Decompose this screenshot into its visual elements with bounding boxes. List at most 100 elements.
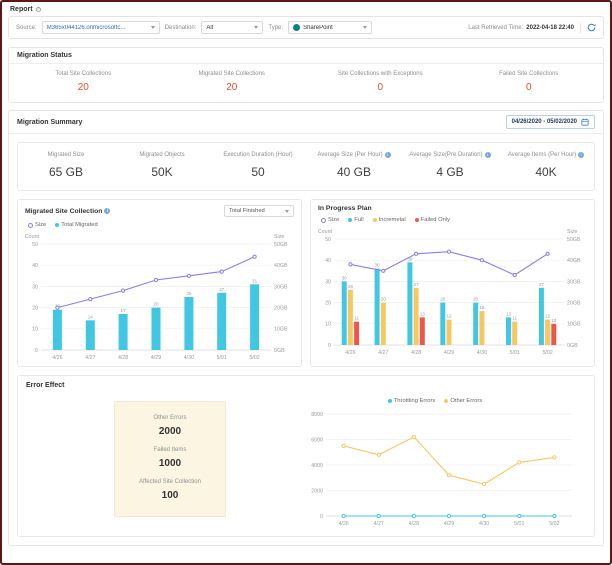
svg-text:27: 27 [414,282,420,287]
svg-text:4/29: 4/29 [444,350,454,356]
legend-item[interactable]: Incremetal [372,217,406,223]
svg-text:30GB: 30GB [567,279,581,285]
error-effect-body: Other Errors 2000 Failed Items 1000 Affected… [18,393,594,528]
migrated-chart-legend: Size Total Migrated [18,219,301,230]
svg-text:11: 11 [512,316,517,321]
error-stat-value: 2000 [158,426,182,437]
svg-text:26: 26 [348,284,354,289]
source-select[interactable]: M365x044126.onmicrosoftc... [41,21,160,34]
svg-text:20: 20 [32,306,38,312]
svg-text:20: 20 [381,297,387,302]
last-retrieved-value: 2022-04-18 22:40 [526,24,574,31]
error-chart-legend: Throttling Errors Other Errors [298,395,582,406]
status-stat-value: 20 [77,82,89,93]
dot-icon [387,399,392,403]
legend-item[interactable]: Full [348,217,364,223]
svg-text:30: 30 [342,275,348,280]
legend-item[interactable]: Size [321,217,339,223]
type-select[interactable]: SharePoint [288,21,373,34]
legend-label: Total Migrated [61,222,98,228]
svg-text:4000: 4000 [311,463,323,469]
summary-metric-label: Migrated Objects [139,152,185,158]
migration-status-panel: Migration Status Total Site Collections 2… [8,47,604,103]
info-icon[interactable] [104,208,111,214]
svg-text:5/02: 5/02 [542,350,552,356]
error-effect-chart: 0 2000 4000 6000 8000 4/26 4/27 4/28 4/29 4/30 5/0… [298,406,582,528]
divider [580,22,581,33]
svg-text:25: 25 [186,291,192,296]
error-stat-label: Affected Site Collection [139,479,201,485]
svg-text:20: 20 [440,297,446,302]
date-range-value: 04/26/2020 - 05/02/2020 [511,119,577,125]
total-finished-dropdown[interactable]: Total Finished [224,205,294,217]
inprogress-chart-header: In Progress Plan [311,200,594,214]
svg-text:40: 40 [325,258,331,264]
dot-icon [372,218,377,222]
legend-item[interactable]: Failed Only [414,217,450,223]
svg-text:5/01: 5/01 [217,355,227,361]
svg-text:0: 0 [320,514,323,520]
destination-select[interactable]: All [201,21,264,34]
svg-text:50: 50 [325,237,331,243]
svg-text:0: 0 [328,343,331,349]
svg-text:0GB: 0GB [274,348,285,354]
chevron-down-icon [254,26,259,29]
refresh-icon[interactable] [587,23,596,32]
ring-icon [28,222,33,228]
svg-text:5/02: 5/02 [249,355,259,361]
legend-item[interactable]: Total Migrated [55,222,98,228]
svg-text:4/29: 4/29 [151,355,161,361]
summary-metric-value: 50 [251,165,265,179]
svg-text:20: 20 [473,297,479,302]
migration-summary-title: Migration Summary [17,118,83,126]
legend-item[interactable]: Throttling Errors [387,398,435,404]
calendar-icon [581,118,589,126]
status-stat-value: 0 [525,82,532,93]
svg-text:5/01: 5/01 [514,521,524,527]
legend-item[interactable]: Size [28,222,46,228]
migration-status-title: Migration Status [17,52,72,59]
status-stat: Migrated Site Collections 20 [158,71,307,93]
chevron-down-icon [285,209,289,213]
report-info-icon[interactable] [35,6,42,13]
svg-text:10GB: 10GB [567,322,581,328]
migration-status-header: Migration Status [9,48,603,64]
status-stat-value: 20 [226,82,238,93]
summary-metric-value: 40 GB [336,165,372,179]
legend-label: Size [35,222,47,228]
report-title-row: Report [2,2,610,16]
last-retrieved-label: Last Retrieved Time: [468,24,524,31]
info-icon[interactable] [384,152,391,158]
source-value: M365x044126.onmicrosoftc... [46,24,126,31]
ring-icon [321,217,326,223]
svg-text:10: 10 [32,327,38,333]
svg-text:20GB: 20GB [274,306,288,312]
type-label: Type: [268,24,284,31]
svg-text:4/27: 4/27 [378,350,388,356]
svg-text:31: 31 [252,278,258,283]
dot-icon [348,218,353,222]
svg-text:13: 13 [420,311,426,316]
svg-text:14: 14 [88,314,94,319]
destination-label: Destination: [164,24,197,31]
svg-text:Size: Size [567,229,577,235]
legend-label: Other Errors [450,398,483,404]
info-icon[interactable] [578,152,585,158]
status-stat-label: Site Collections with Exceptions [337,71,423,77]
legend-item[interactable]: Other Errors [444,398,482,404]
filter-bar: Source: M365x044126.onmicrosoftc... Dest… [8,16,604,39]
migrated-chart-title-wrap: Migrated Site Collection [25,208,111,215]
summary-metric: Average Size (Per Hour) 40 GB [306,152,402,179]
inprogress-chart-legend: Size Full Incremetal Failed Only [311,214,594,225]
status-stat-value: 0 [377,82,384,93]
migrated-site-collection-chart: 0 0GB 10 10GB 20 20GB 30 30GB 40 40GB 50 50GB Count S… [21,230,298,362]
source-label: Source: [16,24,37,31]
info-icon[interactable] [484,152,491,158]
error-chart-wrap: Throttling Errors Other Errors 0 2000 4000 6… [298,395,582,528]
migration-summary-header: Migration Summary 04/26/2020 - 05/02/202… [9,111,603,134]
svg-text:2000: 2000 [311,488,323,494]
date-range-picker[interactable]: 04/26/2020 - 05/02/2020 [505,115,595,129]
legend-label: Full [354,217,364,223]
report-page: Report Source: M365x044126.onmicrosoftc.… [0,0,612,565]
summary-metric-value: 65 GB [48,165,84,179]
